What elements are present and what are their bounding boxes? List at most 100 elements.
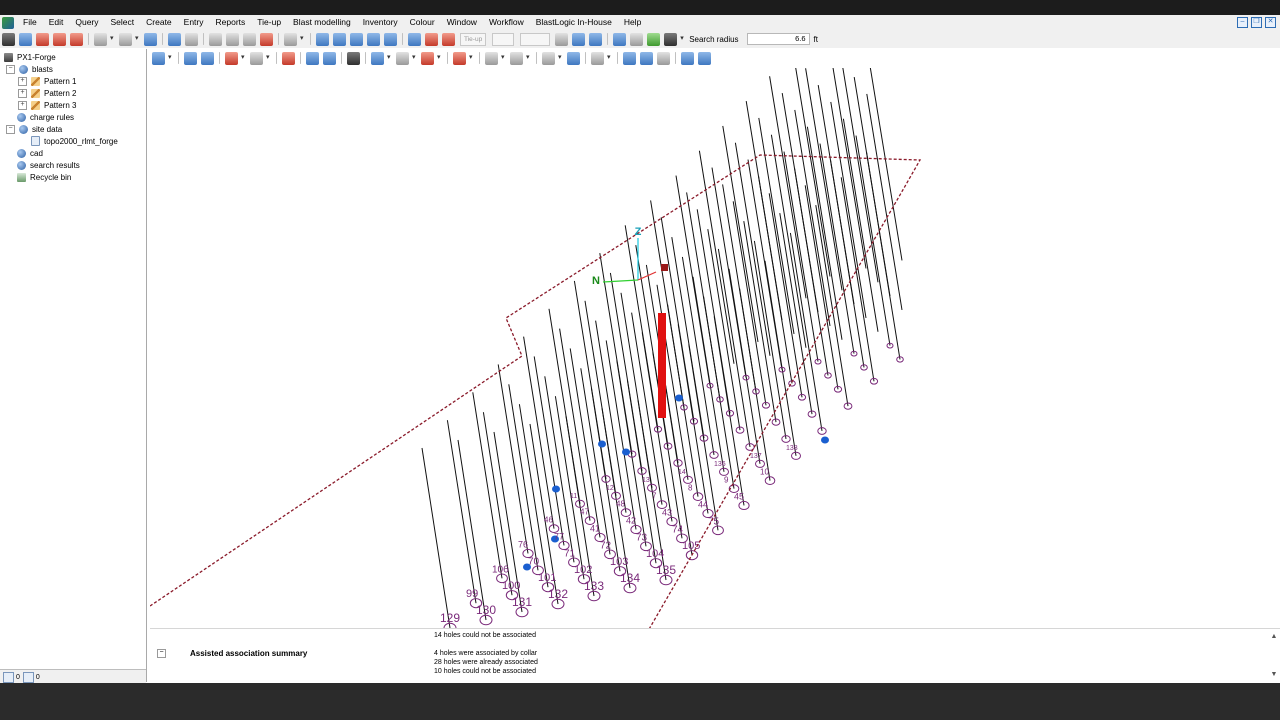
polygon-select-icon[interactable] xyxy=(119,32,132,46)
menu-help[interactable]: Help xyxy=(618,15,647,30)
menu-reports[interactable]: Reports xyxy=(210,15,252,30)
tie-up-connect-icon[interactable] xyxy=(572,32,586,46)
zoom-extents-icon[interactable] xyxy=(316,32,329,46)
filter-icon[interactable] xyxy=(396,51,409,65)
tree-item-blasts[interactable]: − blasts xyxy=(6,63,53,75)
menu-edit[interactable]: Edit xyxy=(43,15,70,30)
measure-icon[interactable] xyxy=(613,32,627,46)
hand-pan-icon[interactable] xyxy=(2,32,15,46)
chevron-down-icon[interactable] xyxy=(526,52,532,65)
3d-viewport[interactable]: 129 130 131 132 133 134 135 99 100 101 102 103 104 10… xyxy=(150,68,1280,628)
hole-design-icon[interactable] xyxy=(184,51,197,65)
menu-inventory[interactable]: Inventory xyxy=(357,15,404,30)
select-arrow-icon[interactable] xyxy=(19,32,32,46)
grid-icon[interactable] xyxy=(567,51,580,65)
chevron-down-icon[interactable] xyxy=(558,52,564,65)
undo-icon[interactable] xyxy=(168,32,181,46)
menu-file[interactable]: File xyxy=(17,15,43,30)
zoom-in-icon[interactable] xyxy=(333,32,346,46)
scroll-down-icon[interactable]: ▼ xyxy=(1270,671,1278,679)
menu-entry[interactable]: Entry xyxy=(178,15,210,30)
deck-icon[interactable] xyxy=(250,51,263,65)
menu-window[interactable]: Window xyxy=(441,15,483,30)
target-icon[interactable] xyxy=(284,32,297,46)
chevron-down-icon[interactable] xyxy=(387,52,393,65)
menu-blastlogic[interactable]: BlastLogic In-House xyxy=(530,15,618,30)
delete-icon[interactable] xyxy=(260,32,273,46)
tie-up-combo[interactable]: Tie-up xyxy=(460,32,487,46)
zoom-window-icon[interactable] xyxy=(367,32,380,46)
bench-icon[interactable] xyxy=(542,51,555,65)
chevron-down-icon[interactable] xyxy=(266,52,272,65)
chevron-down-icon[interactable] xyxy=(412,52,418,65)
menu-tie-up[interactable]: Tie-up xyxy=(251,15,287,30)
scroll-up-icon[interactable]: ▲ xyxy=(1270,633,1278,641)
minimize-button[interactable]: – xyxy=(1237,17,1248,28)
expand-toggle[interactable]: + xyxy=(18,100,27,110)
highlight-icon[interactable] xyxy=(421,51,434,65)
tree-item-topo[interactable]: topo2000_rlmt_forge xyxy=(31,135,118,147)
axis-gizmo[interactable]: Z N xyxy=(592,226,657,287)
expand-toggle[interactable]: + xyxy=(18,76,27,86)
align-icon[interactable] xyxy=(485,51,498,65)
edit-pencil-icon[interactable] xyxy=(53,32,66,46)
zoom-out-icon[interactable] xyxy=(350,32,363,46)
close-button[interactable]: ✕ xyxy=(1265,17,1276,28)
charged-hole-marker[interactable] xyxy=(598,440,606,448)
grid-select-icon[interactable] xyxy=(144,32,157,46)
charged-hole-marker[interactable] xyxy=(821,436,829,444)
layer-icon[interactable] xyxy=(152,51,165,65)
redo-icon[interactable] xyxy=(185,32,198,46)
search-radius-input[interactable]: 6.6 xyxy=(746,33,810,45)
timing-icon[interactable] xyxy=(282,51,295,65)
bars-icon[interactable] xyxy=(623,51,636,65)
cut-icon[interactable] xyxy=(209,32,222,46)
axis-tool-icon[interactable] xyxy=(664,32,678,46)
snap-icon[interactable] xyxy=(647,32,661,46)
tie-up-tool-icon[interactable] xyxy=(555,32,569,46)
charged-hole-marker[interactable] xyxy=(552,485,560,493)
view-section-icon[interactable] xyxy=(425,32,438,46)
charged-hole-marker[interactable] xyxy=(622,448,630,456)
chevron-down-icon[interactable] xyxy=(607,52,613,65)
3d-view-icon[interactable] xyxy=(453,51,466,65)
chevron-down-icon[interactable] xyxy=(469,52,475,65)
paste-icon[interactable] xyxy=(243,32,256,46)
restore-button[interactable]: ❐ xyxy=(1251,17,1262,28)
report-icon[interactable] xyxy=(681,51,694,65)
tie-up-link-icon[interactable] xyxy=(589,32,603,46)
chevron-down-icon[interactable] xyxy=(680,33,686,46)
charge-icon[interactable] xyxy=(225,51,238,65)
view-rotate-icon[interactable] xyxy=(442,32,455,46)
zoom-previous-icon[interactable] xyxy=(384,32,397,46)
menu-select[interactable]: Select xyxy=(105,15,141,30)
blast-scene[interactable]: 1291301311321331341359910010110210310410… xyxy=(150,68,1280,628)
display-icon[interactable] xyxy=(371,51,384,65)
chevron-down-icon[interactable] xyxy=(437,52,443,65)
copy-icon[interactable] xyxy=(226,32,239,46)
tie-up-combo-3[interactable] xyxy=(520,32,551,46)
chevron-down-icon[interactable] xyxy=(241,52,247,65)
columns-icon[interactable] xyxy=(640,51,653,65)
surface-icon[interactable] xyxy=(306,51,319,65)
list-icon[interactable] xyxy=(698,51,711,65)
distribute-icon[interactable] xyxy=(510,51,523,65)
table-icon[interactable] xyxy=(630,32,644,46)
tie-up-combo-2[interactable] xyxy=(492,32,515,46)
menu-query[interactable]: Query xyxy=(69,15,104,30)
menu-create[interactable]: Create xyxy=(140,15,178,30)
menu-workflow[interactable]: Workflow xyxy=(483,15,530,30)
tree-item-search-results[interactable]: search results xyxy=(17,159,80,171)
hole-pattern-icon[interactable] xyxy=(201,51,214,65)
charged-hole-marker[interactable] xyxy=(675,394,683,402)
grid-toggle-icon[interactable] xyxy=(591,51,604,65)
collapse-toggle[interactable]: − xyxy=(6,124,15,134)
camera-icon[interactable] xyxy=(347,51,360,65)
tree-item-recycle-bin[interactable]: Recycle bin xyxy=(17,171,71,183)
tree-item-cad[interactable]: cad xyxy=(17,147,43,159)
draw-line-icon[interactable] xyxy=(36,32,49,46)
tree-item-site-data[interactable]: − site data xyxy=(6,123,62,135)
tree-item-pattern-1[interactable]: + Pattern 1 xyxy=(18,75,76,87)
move-point-icon[interactable] xyxy=(70,32,83,46)
contour-icon[interactable] xyxy=(323,51,336,65)
